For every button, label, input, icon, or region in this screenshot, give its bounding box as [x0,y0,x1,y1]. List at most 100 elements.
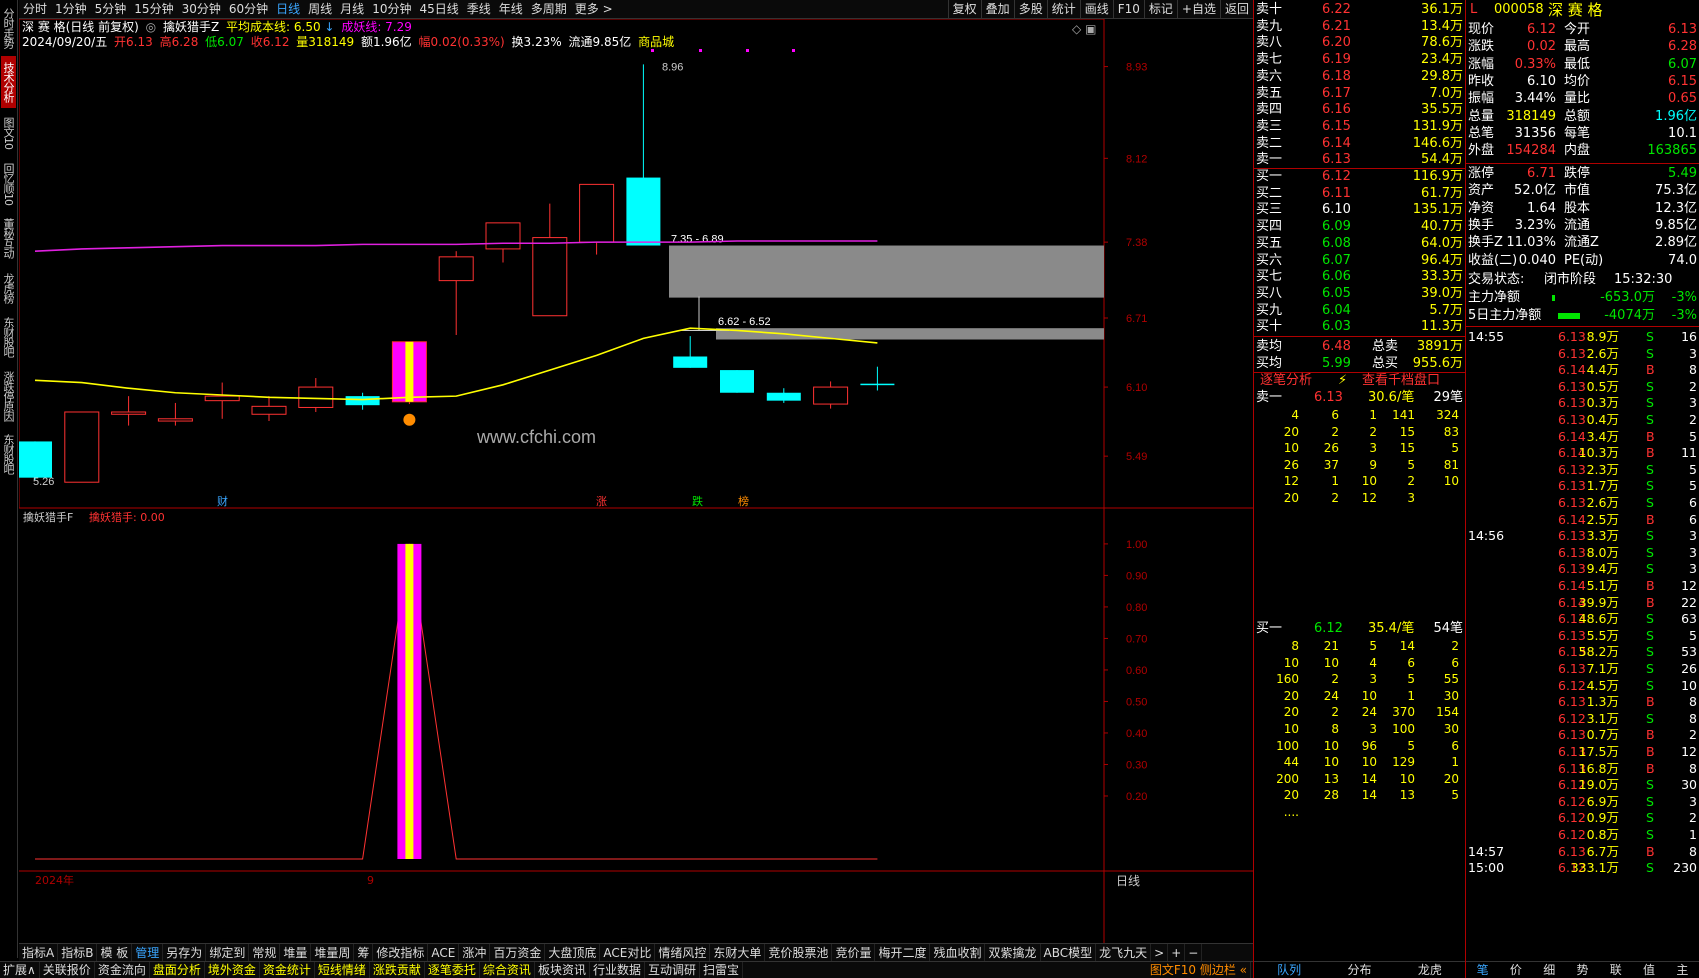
indicator-tab-nav-2[interactable]: − [1185,944,1203,961]
left-tab-4[interactable]: 董秘互动 [1,212,16,264]
queue-cell: 160 [1276,672,1299,687]
candle-down [766,392,801,401]
status-tab-11[interactable]: 行业数据 [590,962,645,978]
quote-tab-3[interactable]: 势 [1576,962,1588,978]
indicator-tab-14[interactable]: 大盘顶底 [545,944,601,961]
period-tab-5[interactable]: 60分钟 [225,0,272,19]
period-tab-6[interactable]: 日线 [272,0,304,19]
status-tab-8[interactable]: 逐笔委托 [425,962,480,978]
book-tab-1[interactable]: 分布 [1347,962,1371,978]
tick-price: 6.12 [1558,677,1586,693]
book-tab-0[interactable]: 队列 [1277,962,1301,978]
indicator-tab-5[interactable]: 绑定到 [206,944,250,961]
period-tab-4[interactable]: 30分钟 [178,0,225,19]
indicator-tab-11[interactable]: ACE [428,944,460,961]
period-tab-0[interactable]: 分时 [19,0,51,19]
indicator-tab-16[interactable]: 情绪风控 [655,944,711,961]
left-tab-6[interactable]: 东财股吧 [1,312,16,362]
period-tab-2[interactable]: 5分钟 [91,0,131,19]
status-tab-7[interactable]: 涨跌贡献 [370,962,425,978]
indicator-tab-10[interactable]: 修改指标 [373,944,429,961]
indicator-tab-9[interactable]: 筹 [354,944,374,961]
period-tab-10[interactable]: 45日线 [415,0,462,19]
left-tab-2[interactable]: 图文10 [1,112,16,154]
indicator-tab-22[interactable]: 双紫擒龙 [985,944,1041,961]
depth-link[interactable]: 查看千档盘口 [1362,372,1440,390]
tick-count: 1 [1689,827,1697,842]
status-tab-13[interactable]: 扫雷宝 [700,962,743,978]
tick-side: B [1646,760,1655,776]
indicator-tab-6[interactable]: 常规 [249,944,281,961]
period-tab-1[interactable]: 1分钟 [51,0,91,19]
ask-price: 6.21 [1322,18,1351,34]
indicator-tab-1[interactable]: 指标B [58,944,98,961]
indicator-tab-21[interactable]: 残血收割 [930,944,986,961]
top-action-1[interactable]: 叠加 [980,0,1014,19]
kline-chart[interactable]: 8.93 8.12 7.38 6.71 6.10 5.49 7.35 - 6.89 6.62 … [19,19,1253,951]
indicator-tab-19[interactable]: 竞价量 [832,944,876,961]
status-tab-12[interactable]: 互动调研 [645,962,700,978]
quote-tab-4[interactable]: 联 [1610,962,1622,978]
status-tab-0[interactable]: 扩展∧ [0,962,40,978]
indicator-tab-18[interactable]: 竞价股票池 [765,944,833,961]
quote-tab-5[interactable]: 值 [1643,962,1655,978]
queue-cell: 2 [1331,424,1339,439]
period-tab-9[interactable]: 10分钟 [368,0,415,19]
left-tab-0[interactable]: 分时走势 [1,2,16,54]
indicator-tab-3[interactable]: 管理 [132,944,164,961]
indicator-tab-0[interactable]: 指标A [19,944,59,961]
status-right-link[interactable]: 图文F10 侧边栏 « [1147,962,1251,978]
quote-tab-1[interactable]: 价 [1510,962,1522,978]
left-tab-3[interactable]: 回忆顺10 [1,158,16,210]
indicator-tab-7[interactable]: 堆量 [280,944,312,961]
status-tab-3[interactable]: 盘面分析 [150,962,205,978]
period-tab-11[interactable]: 季线 [463,0,495,19]
left-tab-8[interactable]: 东财股吧 [1,430,16,478]
indicator-tab-8[interactable]: 堆量周 [311,944,355,961]
book-tab-2[interactable]: 龙虎 [1418,962,1442,978]
indicator-tab-24[interactable]: 龙飞九天 [1096,944,1152,961]
indicator-tab-17[interactable]: 东财大单 [710,944,766,961]
indicator-tab-2[interactable]: 模 板 [97,944,133,961]
status-tab-5[interactable]: 资金统计 [260,962,315,978]
status-tab-2[interactable]: 资金流向 [95,962,150,978]
period-tab-13[interactable]: 多周期 [527,0,571,19]
left-tab-7[interactable]: 涨跌停原因 [1,366,16,426]
quote-tab-6[interactable]: 主 [1676,962,1688,978]
status-tab-1[interactable]: 关联报价 [40,962,95,978]
quote-tab-2[interactable]: 细 [1543,962,1555,978]
queue-cell: 30 [1443,722,1459,736]
period-tab-7[interactable]: 周线 [304,0,336,19]
status-tab-9[interactable]: 综合资讯 [480,962,535,978]
indicator-tab-nav-1[interactable]: + [1168,944,1186,961]
indicator-tab-20[interactable]: 梅开二度 [875,944,931,961]
top-action-5[interactable]: F10 [1112,0,1144,19]
indicator-tab-12[interactable]: 涨冲 [459,944,491,961]
top-action-8[interactable]: 返回 [1219,0,1253,19]
period-tab-12[interactable]: 年线 [495,0,527,19]
top-action-6[interactable]: 标记 [1143,0,1177,19]
period-tab-8[interactable]: 月线 [336,0,368,19]
status-tab-4[interactable]: 境外资金 [205,962,260,978]
period-tab-14[interactable]: 更多 > [571,0,617,19]
top-action-4[interactable]: 画线 [1079,0,1113,19]
top-action-0[interactable]: 复权 [947,0,981,19]
indicator-tab-13[interactable]: 百万资金 [490,944,546,961]
top-action-3[interactable]: 统计 [1046,0,1080,19]
queue-cell: 3 [1369,722,1377,736]
indicator-tab-nav-0[interactable]: > [1151,944,1169,961]
top-action-2[interactable]: 多股 [1013,0,1047,19]
indicator-tab-23[interactable]: ABC模型 [1041,944,1097,961]
quote-tab-0[interactable]: 笔 [1477,962,1489,978]
book-summary-row: 买均 5.99 总买 955.6万 [1254,355,1465,373]
status-tab-6[interactable]: 短线情绪 [315,962,370,978]
period-tab-3[interactable]: 15分钟 [130,0,177,19]
left-tab-1[interactable]: 技术分析 [1,56,16,108]
status-tab-10[interactable]: 板块资讯 [535,962,590,978]
bid-price: 6.06 [1322,269,1351,285]
left-tab-5[interactable]: 龙虎榜 [1,268,16,308]
tick-analysis-link[interactable]: 逐笔分析 [1260,372,1312,390]
indicator-tab-15[interactable]: ACE对比 [600,944,656,961]
top-action-7[interactable]: +自选 [1176,0,1220,19]
indicator-tab-4[interactable]: 另存为 [163,944,207,961]
